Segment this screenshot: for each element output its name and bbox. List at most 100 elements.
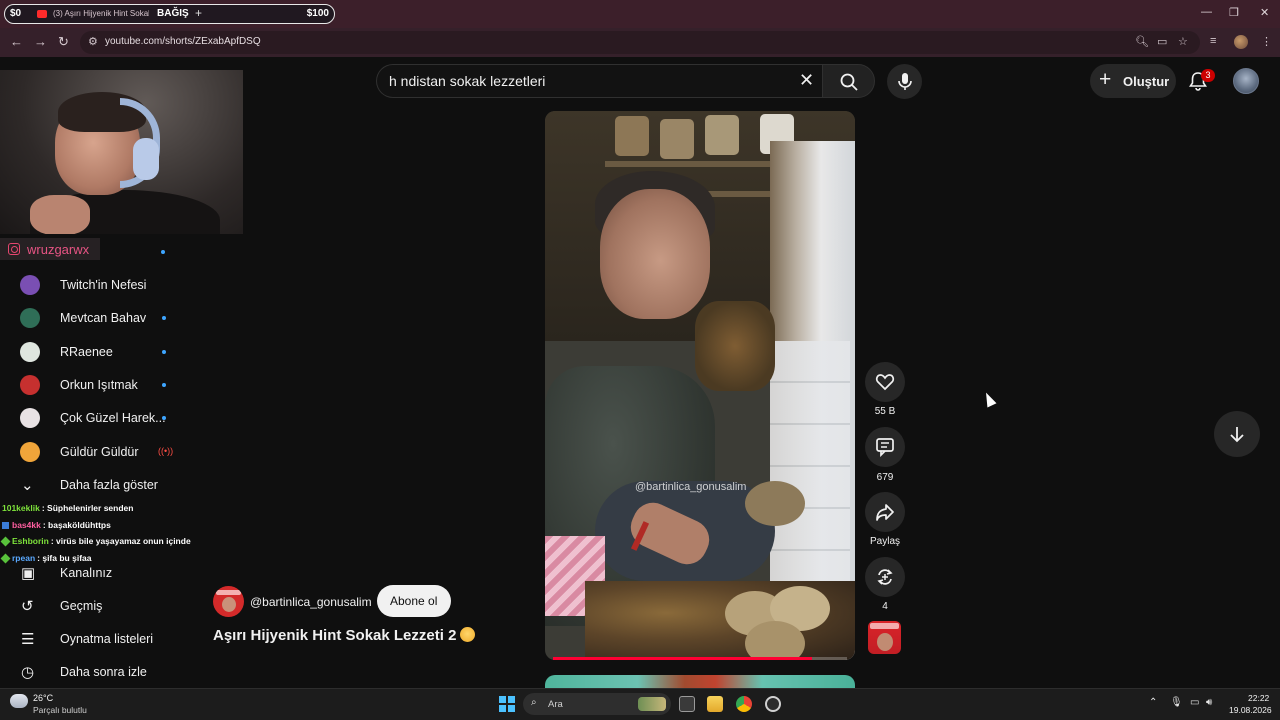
chat-username: Eshborin <box>12 536 49 546</box>
new-content-dot <box>162 350 166 354</box>
sidebar-item-subscription[interactable]: Çok Güzel Harek... <box>0 403 210 433</box>
channel-avatar <box>20 308 40 328</box>
bookmark-star-icon[interactable]: ☆ <box>1178 35 1188 48</box>
partly-cloudy-icon[interactable] <box>10 694 28 708</box>
sidebar-item-label: Mevtcan Bahav <box>60 311 147 325</box>
sidebar-item-history[interactable]: ↺ Geçmiş <box>0 591 210 621</box>
search-highlight-icon[interactable] <box>638 697 666 711</box>
video-title[interactable]: Aşırı Hijyenik Hint Sokak Lezzeti 2 <box>213 627 476 644</box>
chat-username: 101keklik <box>2 503 40 513</box>
clear-search-icon[interactable]: ✕ <box>799 70 814 91</box>
live-indicator <box>161 250 165 254</box>
browser-tab-title[interactable]: (3) Aşırı Hijyenik Hint Sokak <box>53 9 149 18</box>
share-button[interactable] <box>865 492 905 532</box>
video-progress-fill <box>553 657 812 660</box>
microphone-tray-icon[interactable]: 🎙︎ <box>1170 697 1183 708</box>
windows-start-icon[interactable] <box>499 696 515 712</box>
channel-avatar[interactable] <box>213 586 244 617</box>
forward-arrow-icon[interactable]: → <box>34 34 47 49</box>
donation-goal-amount: $100 <box>306 8 329 19</box>
file-explorer-icon[interactable] <box>707 696 723 712</box>
new-content-dot <box>162 416 166 420</box>
search-button[interactable] <box>822 64 875 98</box>
browser-tab-bar: $0 (3) Aşırı Hijyenik Hint Sokak BAĞIŞ +… <box>0 0 1280 28</box>
chrome-icon[interactable] <box>736 696 752 712</box>
sidebar-item-label: Oynatma listeleri <box>60 632 154 646</box>
comment-button[interactable] <box>865 427 905 467</box>
channel-avatar <box>20 275 40 295</box>
create-label: Oluştur <box>1123 74 1170 89</box>
search-query[interactable]: h ndistan sokak lezzetleri <box>389 73 545 89</box>
search-icon <box>840 73 858 91</box>
comment-count: 679 <box>876 472 894 483</box>
share-label: Paylaş <box>869 536 900 547</box>
volume-icon[interactable]: 🔊︎ <box>1206 697 1212 708</box>
weather-description[interactable]: Parçalı bulutlu <box>33 705 87 715</box>
sidebar-item-subscription[interactable]: Güldür Güldür ((•)) <box>0 437 210 467</box>
microphone-icon <box>898 73 912 90</box>
clock-time[interactable]: 22:22 <box>1248 693 1269 703</box>
sidebar-item-playlists[interactable]: ☰ Oynatma listeleri <box>0 624 210 654</box>
sidebar-item-label: Güldür Güldür <box>60 445 139 459</box>
close-window-icon[interactable]: ✕ <box>1260 6 1269 19</box>
site-info-icon[interactable]: ⚙ <box>88 35 98 48</box>
comment-icon <box>876 438 894 457</box>
new-content-dot <box>162 316 166 320</box>
video-progress-bar[interactable] <box>553 657 847 660</box>
like-button[interactable] <box>865 362 905 402</box>
channel-avatar <box>20 442 40 462</box>
browser-address-bar: ← → ↻ ⚙ youtube.com/shorts/ZExabApfDSQ 🔍… <box>0 28 1280 57</box>
browser-profile-avatar[interactable] <box>1234 35 1248 49</box>
remix-button[interactable] <box>865 557 905 597</box>
donation-label: BAĞIŞ <box>157 8 189 19</box>
sidebar-item-label: Geçmiş <box>60 599 103 613</box>
arrow-down-icon <box>1230 427 1244 443</box>
user-avatar[interactable] <box>1233 68 1259 94</box>
chat-message: 101keklik: Süphelenirler senden <box>2 503 202 513</box>
sidebar-show-more[interactable]: ⌄ Daha fazla göster <box>0 470 210 500</box>
voice-search-button[interactable] <box>887 64 922 99</box>
weather-temperature[interactable]: 26°C <box>33 693 53 703</box>
app-icon[interactable] <box>765 696 781 712</box>
sidebar-item-subscription[interactable]: Mevtcan Bahav <box>0 303 210 333</box>
minimize-icon[interactable]: — <box>1201 6 1212 18</box>
sidebar-item-subscription[interactable]: Orkun Işıtmak <box>0 370 210 400</box>
instagram-handle: wruzgarwx <box>27 242 90 257</box>
channel-handle[interactable]: @bartinlica_gonusalim <box>250 595 372 609</box>
short-video-player[interactable] <box>545 111 855 660</box>
url-text[interactable]: youtube.com/shorts/ZExabApfDSQ <box>105 36 261 47</box>
sound-thumbnail[interactable] <box>868 621 901 654</box>
reload-icon[interactable]: ↻ <box>58 34 69 50</box>
new-tab-icon[interactable]: + <box>195 6 202 20</box>
tray-overflow-icon[interactable]: ⌃ <box>1149 697 1157 708</box>
sidebar-item-subscription[interactable]: Twitch'in Nefesi <box>0 270 210 300</box>
sidebar-item-your-channel[interactable]: ▣ Kanalınız <box>0 558 210 588</box>
live-broadcast-icon: ((•)) <box>158 446 174 456</box>
task-view-icon[interactable] <box>679 696 695 712</box>
mouse-cursor-icon <box>981 390 997 408</box>
chat-badge-icon <box>0 536 11 547</box>
donation-goal-bar: $0 (3) Aşırı Hijyenik Hint Sokak BAĞIŞ +… <box>4 4 335 24</box>
display-icon[interactable]: ▭ <box>1190 697 1199 708</box>
sidebar-item-label: Daha sonra izle <box>60 665 147 679</box>
share-arrow-icon <box>876 504 894 521</box>
instagram-icon <box>8 243 20 255</box>
zoom-icon[interactable]: 🔍︎ <box>1135 35 1149 48</box>
video-watermark: @bartinlica_gonusalim <box>635 481 747 493</box>
next-video-button[interactable] <box>1214 411 1260 457</box>
streamer-webcam <box>0 70 243 234</box>
back-arrow-icon[interactable]: ← <box>10 34 23 49</box>
taskbar-search-label: Ara <box>548 699 563 710</box>
chevron-down-icon: ⌄ <box>21 477 34 494</box>
sidebar-item-subscription[interactable]: RRaenee <box>0 337 210 367</box>
heart-icon <box>875 374 895 391</box>
laughing-emoji-icon <box>460 627 476 642</box>
sidebar-item-label: RRaenee <box>60 345 113 359</box>
restore-icon[interactable]: ❐ <box>1229 6 1239 19</box>
reading-list-icon[interactable]: ≡ <box>1210 35 1216 47</box>
sidebar-item-label: Orkun Işıtmak <box>60 378 138 392</box>
clock-date[interactable]: 19.08.2026 <box>1229 705 1272 715</box>
sidebar-item-watch-later[interactable]: ◷ Daha sonra izle <box>0 657 210 687</box>
menu-dots-icon[interactable]: ⋮ <box>1261 35 1272 48</box>
cast-icon[interactable]: ▭ <box>1157 35 1167 48</box>
